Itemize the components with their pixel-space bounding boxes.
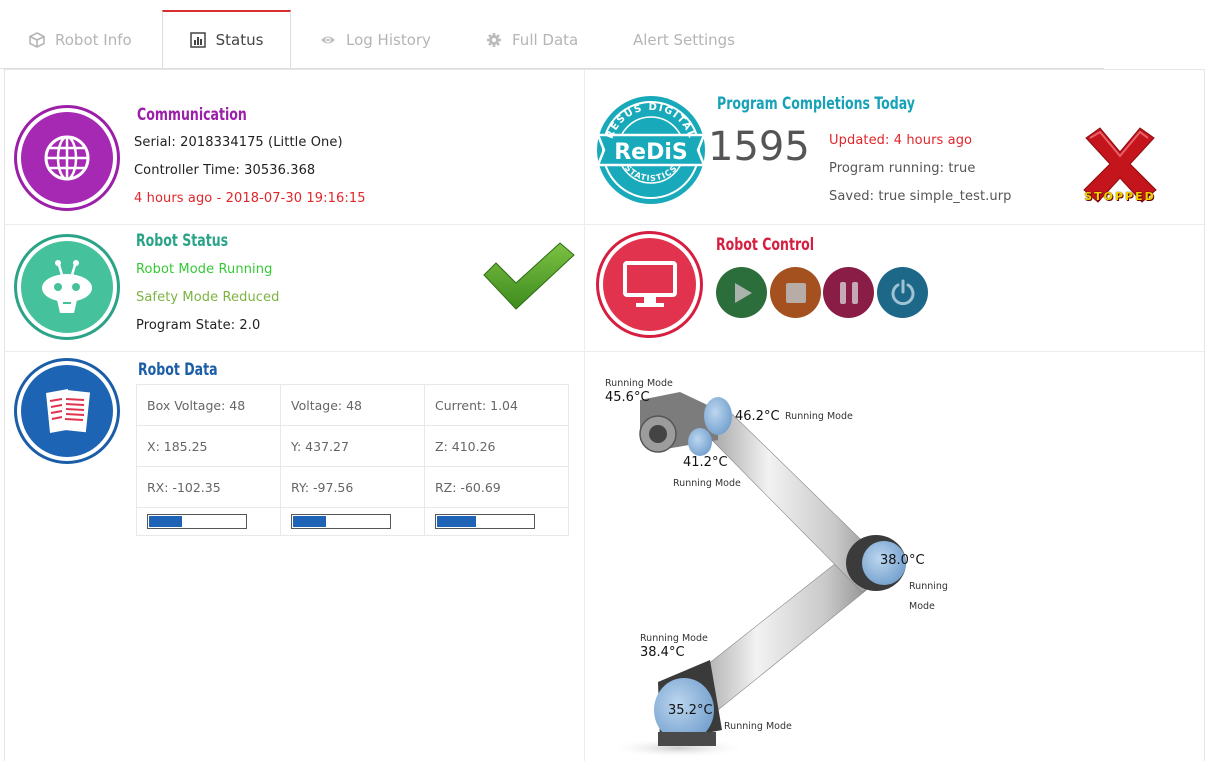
x-cell: X: 185.25 xyxy=(136,425,281,467)
progress-cell xyxy=(136,507,281,536)
tab-label: Robot Info xyxy=(55,30,132,49)
program-completions-title: Program Completions Today xyxy=(717,94,915,114)
joint-mode-label: Running xyxy=(909,581,948,592)
joint-temp-label: 38.0°C xyxy=(880,553,925,568)
progress-cell xyxy=(280,507,425,536)
table-row: X: 185.25 Y: 437.27 Z: 410.26 xyxy=(136,425,569,467)
progress-fill xyxy=(293,516,327,527)
progress-bar xyxy=(435,514,535,529)
globe-icon xyxy=(44,135,90,181)
row-divider xyxy=(5,224,1204,225)
robot-data-table: Box Voltage: 48 Voltage: 48 Current: 1.0… xyxy=(136,384,569,536)
rx-cell: RX: -102.35 xyxy=(136,466,281,508)
saved-text: Saved: true simple_test.urp xyxy=(829,189,1012,204)
eye-icon xyxy=(321,36,335,43)
tab-log-history[interactable]: Log History xyxy=(320,10,431,69)
current-cell: Current: 1.04 xyxy=(424,384,569,426)
redis-stamp-icon: ReDiS RESUS DIGITAL STATISTICS xyxy=(596,96,706,204)
tab-robot-info[interactable]: Robot Info xyxy=(29,10,132,69)
communication-title: Communication xyxy=(137,105,247,125)
play-button[interactable] xyxy=(716,267,767,318)
tab-status[interactable]: Status xyxy=(162,10,291,69)
robot-data-title: Robot Data xyxy=(138,360,218,380)
monitor-icon xyxy=(622,260,677,307)
tab-label: Full Data xyxy=(512,30,579,49)
svg-text:ReDiS: ReDiS xyxy=(614,140,688,165)
pause-icon xyxy=(839,281,858,304)
safety-mode-text: Safety Mode Reduced xyxy=(136,290,280,305)
tab-label: Alert Settings xyxy=(633,30,735,49)
column-divider xyxy=(584,70,585,761)
checkmark-icon xyxy=(483,242,575,310)
bar-chart-icon xyxy=(189,32,206,48)
tab-label: Status xyxy=(215,31,264,49)
voltage-cell: Voltage: 48 xyxy=(280,384,425,426)
robot-status-badge xyxy=(14,234,120,340)
robot-face-icon xyxy=(42,260,92,313)
rz-cell: RZ: -60.69 xyxy=(424,466,569,508)
joint-mode-label: Running Mode xyxy=(724,721,792,732)
stopped-indicator: STOPPED xyxy=(1078,124,1162,208)
joint-mode-label: Running Mode xyxy=(673,478,741,489)
program-running-text: Program running: true xyxy=(829,161,976,176)
box-voltage-cell: Box Voltage: 48 xyxy=(136,384,281,426)
joint-mode-label: Mode xyxy=(909,601,935,612)
robot-control-title: Robot Control xyxy=(716,235,815,255)
play-icon xyxy=(734,282,752,303)
updated-text: Updated: 4 hours ago xyxy=(829,133,973,148)
joint-mode-label: Running Mode xyxy=(605,378,673,389)
cube-icon xyxy=(29,31,45,48)
power-button[interactable] xyxy=(877,267,928,318)
pause-button[interactable] xyxy=(823,267,874,318)
robot-control-badge xyxy=(596,231,703,338)
tab-full-data[interactable]: Full Data xyxy=(486,10,578,69)
tab-label: Log History xyxy=(346,30,431,49)
z-cell: Z: 410.26 xyxy=(424,425,569,467)
joint-temp-label: 38.4°C xyxy=(640,645,685,660)
stop-button[interactable] xyxy=(770,267,821,318)
table-row xyxy=(136,507,569,536)
progress-fill xyxy=(437,516,477,527)
tab-bar: Robot Info Status Log History Full Data … xyxy=(0,0,1211,69)
table-row: Box Voltage: 48 Voltage: 48 Current: 1.0… xyxy=(136,384,569,426)
robot-status-title: Robot Status xyxy=(136,231,229,251)
progress-bar xyxy=(291,514,391,529)
tab-alert-settings[interactable]: Alert Settings xyxy=(633,10,735,69)
joint-temp-label: 41.2°C xyxy=(683,455,728,470)
communication-badge xyxy=(14,105,120,211)
serial-text: Serial: 2018334175 (Little One) xyxy=(134,135,343,150)
power-icon xyxy=(891,279,914,305)
program-state-text: Program State: 2.0 xyxy=(136,318,261,333)
redis-logo: ReDiS RESUS DIGITAL STATISTICS xyxy=(594,93,708,207)
row-divider xyxy=(5,351,1204,352)
joint-temp-label: 35.2°C xyxy=(668,703,713,718)
table-row: RX: -102.35 RY: -97.56 RZ: -60.69 xyxy=(136,466,569,508)
joint-mode-label: Running Mode xyxy=(785,411,853,422)
completions-count: 1595 xyxy=(708,124,810,170)
y-cell: Y: 437.27 xyxy=(280,425,425,467)
stopped-label: STOPPED xyxy=(1084,190,1156,203)
progress-fill xyxy=(149,516,183,527)
robot-mode-text: Robot Mode Running xyxy=(136,262,273,277)
documents-icon xyxy=(46,389,91,433)
stop-icon xyxy=(785,282,806,303)
progress-bar xyxy=(147,514,247,529)
joint-temp-label: 46.2°C xyxy=(735,409,780,424)
gear-icon xyxy=(487,32,501,47)
controller-time-text: Controller Time: 30536.368 xyxy=(134,163,316,178)
last-seen-text: 4 hours ago - 2018-07-30 19:16:15 xyxy=(134,191,366,206)
progress-cell xyxy=(424,507,569,536)
joint-mode-label: Running Mode xyxy=(640,633,708,644)
ry-cell: RY: -97.56 xyxy=(280,466,425,508)
robot-data-badge xyxy=(14,358,120,464)
joint-temp-label: 45.6°C xyxy=(605,390,650,405)
